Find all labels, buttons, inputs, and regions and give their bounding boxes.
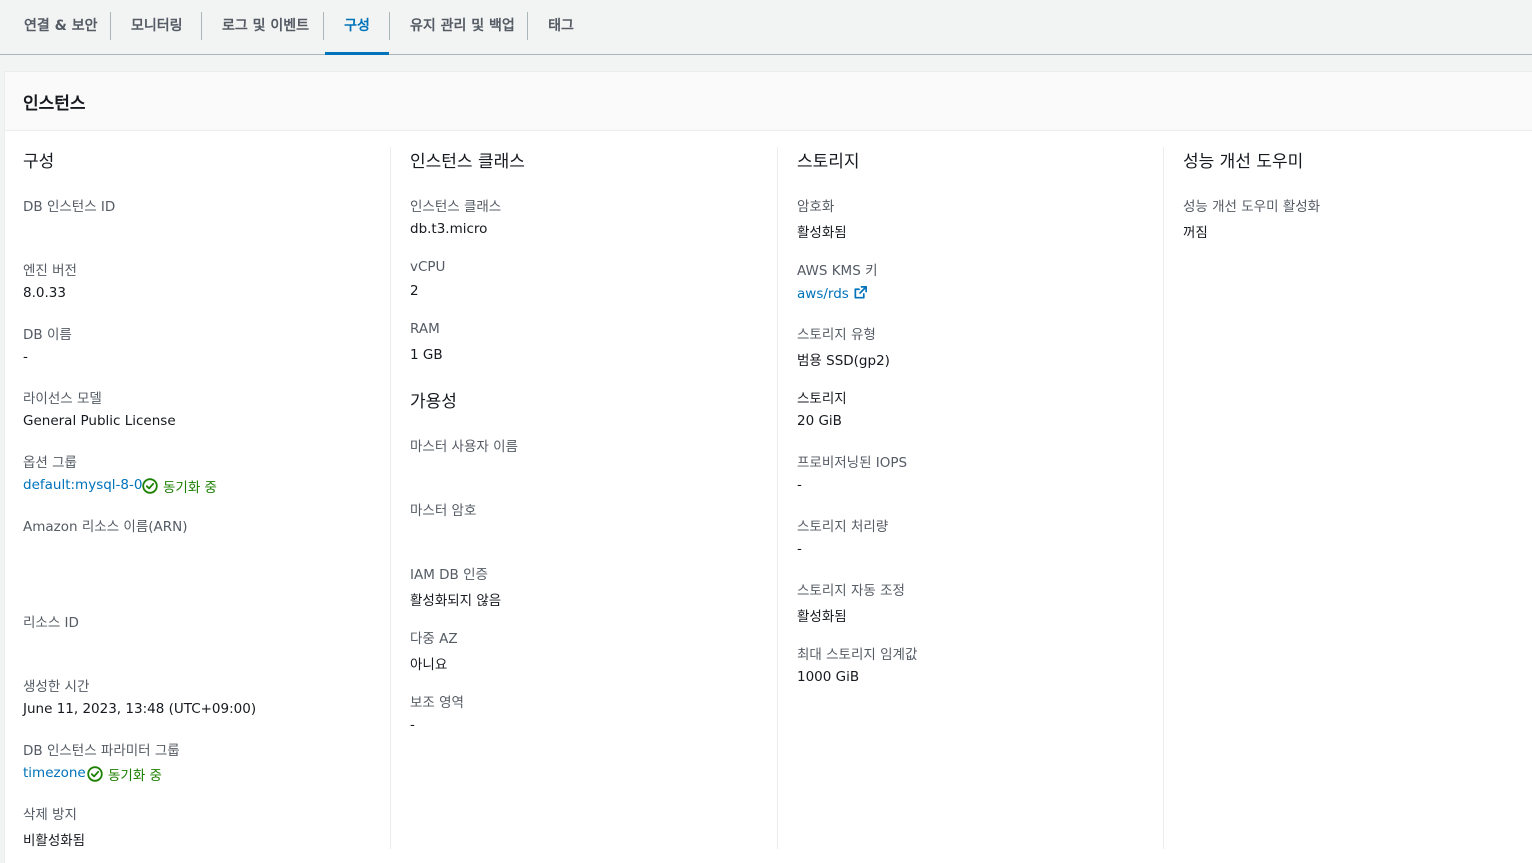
arn-label: Amazon 리소스 이름(ARN) <box>23 519 188 535</box>
check-circle-icon <box>87 766 103 782</box>
panel-title: 인스턴스 <box>23 94 86 114</box>
license-model-label: 라이선스 모델 <box>23 391 102 407</box>
deletion-protection-value: 비활성화됨 <box>23 833 86 849</box>
storage-column: 스토리지 암호화 활성화됨 AWS KMS 키 aws/rds 스토리지 유형 … <box>778 147 1163 849</box>
secondary-zone-label: 보조 영역 <box>410 695 464 711</box>
engine-version-value: 8.0.33 <box>23 285 66 301</box>
engine-version-label: 엔진 버전 <box>23 263 77 279</box>
storage-size-label: 스토리지 <box>797 391 847 407</box>
instance-class-label: 인스턴스 클래스 <box>410 199 502 215</box>
storage-type-label: 스토리지 유형 <box>797 327 876 343</box>
db-name-value: - <box>23 349 28 365</box>
tab-separator <box>323 12 324 40</box>
tab-separator <box>389 12 390 40</box>
ram-value: 1 GB <box>410 347 443 363</box>
performance-insights-enabled-value: 꺼짐 <box>1183 225 1208 241</box>
kms-key-link[interactable]: aws/rds <box>797 285 868 304</box>
resource-id-label: 리소스 ID <box>23 615 79 631</box>
throughput-value: - <box>797 541 802 557</box>
ram-label: RAM <box>410 321 440 337</box>
kms-key-link-text: aws/rds <box>797 286 849 302</box>
vcpu-label: vCPU <box>410 259 446 275</box>
multi-az-value: 아니요 <box>410 657 448 673</box>
iops-value: - <box>797 477 802 493</box>
max-threshold-label: 최대 스토리지 임계값 <box>797 647 918 663</box>
option-group-link[interactable]: default:mysql-8-0 <box>23 477 142 493</box>
iam-auth-label: IAM DB 인증 <box>410 567 488 583</box>
option-group-status: 동기화 중 <box>142 476 217 496</box>
external-link-icon <box>853 285 868 304</box>
config-column: 구성 DB 인스턴스 ID 엔진 버전 8.0.33 DB 이름 - 라이선스 … <box>5 147 390 849</box>
instance-panel: 인스턴스 구성 DB 인스턴스 ID 엔진 버전 8.0.33 DB 이름 - … <box>4 71 1532 863</box>
param-group-status-text: 동기화 중 <box>108 768 162 784</box>
performance-insights-column: 성능 개선 도우미 성능 개선 도우미 활성화 꺼짐 <box>1164 147 1524 849</box>
tab-tags[interactable]: 태그 <box>548 0 574 54</box>
tab-connectivity-security[interactable]: 연결 & 보안 <box>24 0 97 54</box>
tab-separator <box>201 12 202 40</box>
param-group-label: DB 인스턴스 파라미터 그룹 <box>23 743 180 759</box>
performance-insights-title: 성능 개선 도우미 <box>1183 152 1304 172</box>
instance-class-column: 인스턴스 클래스 인스턴스 클래스 db.t3.micro vCPU 2 RAM… <box>391 147 777 849</box>
instance-class-value: db.t3.micro <box>410 221 488 237</box>
storage-title: 스토리지 <box>797 152 860 172</box>
deletion-protection-label: 삭제 방지 <box>23 807 77 823</box>
max-threshold-value: 1000 GiB <box>797 669 860 685</box>
tab-configuration[interactable]: 구성 <box>325 0 389 55</box>
config-title: 구성 <box>23 152 55 172</box>
instance-class-title: 인스턴스 클래스 <box>410 152 525 172</box>
created-time-label: 생성한 시간 <box>23 679 90 695</box>
tab-logs-events[interactable]: 로그 및 이벤트 <box>222 0 309 54</box>
vcpu-value: 2 <box>410 283 419 299</box>
db-instance-id-label: DB 인스턴스 ID <box>23 199 116 215</box>
kms-key-label: AWS KMS 키 <box>797 263 878 279</box>
tab-monitoring[interactable]: 모니터링 <box>131 0 183 54</box>
param-group-link[interactable]: timezone <box>23 765 86 781</box>
panel-header: 인스턴스 <box>5 72 1532 131</box>
autoscaling-label: 스토리지 자동 조정 <box>797 583 905 599</box>
check-circle-icon <box>142 478 158 494</box>
iam-auth-value: 활성화되지 않음 <box>410 593 502 609</box>
multi-az-label: 다중 AZ <box>410 631 458 647</box>
autoscaling-value: 활성화됨 <box>797 609 847 625</box>
created-time-value: June 11, 2023, 13:48 (UTC+09:00) <box>23 701 257 717</box>
iops-label: 프로비저닝된 IOPS <box>797 455 908 471</box>
tab-separator <box>110 12 111 40</box>
tab-bar: 연결 & 보안 모니터링 로그 및 이벤트 구성 유지 관리 및 백업 태그 <box>0 0 1532 55</box>
license-model-value: General Public License <box>23 413 176 429</box>
availability-title: 가용성 <box>410 392 457 412</box>
throughput-label: 스토리지 처리량 <box>797 519 889 535</box>
master-user-label: 마스터 사용자 이름 <box>410 439 518 455</box>
performance-insights-enabled-label: 성능 개선 도우미 활성화 <box>1183 199 1321 215</box>
param-group-status: 동기화 중 <box>87 764 162 784</box>
tab-separator <box>527 12 528 40</box>
tab-maintenance-backup[interactable]: 유지 관리 및 백업 <box>410 0 515 54</box>
option-group-label: 옵션 그룹 <box>23 455 77 471</box>
storage-size-value: 20 GiB <box>797 413 842 429</box>
master-password-label: 마스터 암호 <box>410 503 477 519</box>
db-name-label: DB 이름 <box>23 327 72 343</box>
encryption-value: 활성화됨 <box>797 225 847 241</box>
secondary-zone-value: - <box>410 717 415 733</box>
option-group-status-text: 동기화 중 <box>163 480 217 496</box>
storage-type-value: 범용 SSD(gp2) <box>797 353 890 369</box>
encryption-label: 암호화 <box>797 199 835 215</box>
